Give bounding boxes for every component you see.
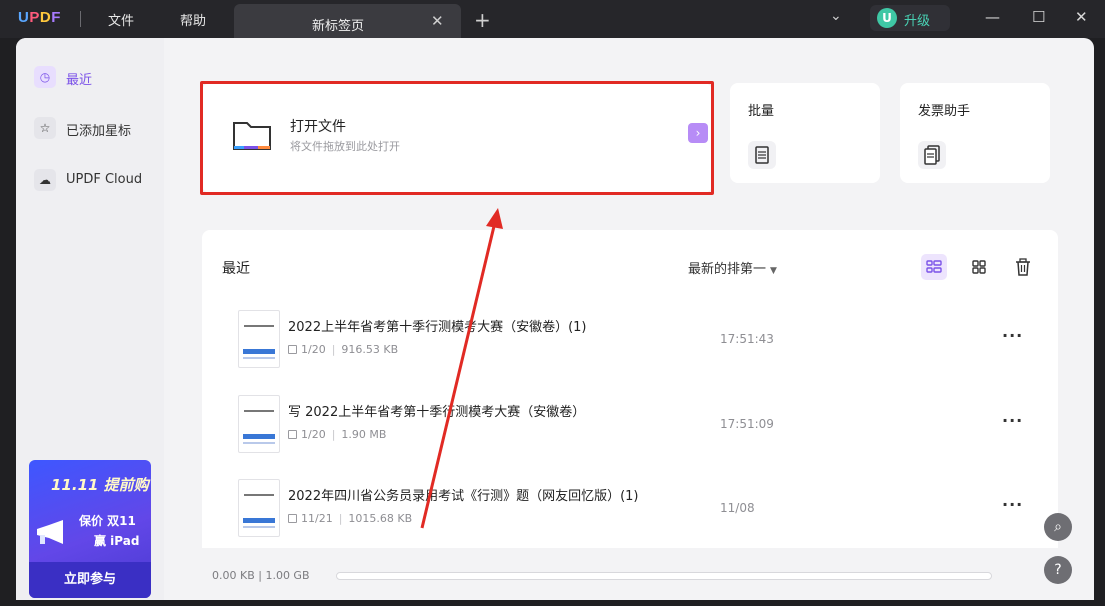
file-name: 写 2022上半年省考第十季行测模考大赛（安徽卷） [288,405,586,420]
new-tab-plus-icon[interactable]: + [474,8,491,32]
grid-view-button[interactable] [966,254,992,280]
file-row[interactable]: 2022年四川省公务员录用考试《行测》题（网友回忆版）(1) 11/21 | 101… [202,471,1058,555]
file-pages: 11/21 [301,512,333,525]
invoice-card[interactable]: 发票助手 [900,83,1050,183]
batch-title: 批量 [748,104,775,119]
menu-file[interactable]: 文件 [108,10,134,29]
sort-label: 最新的排第一 [688,262,767,277]
list-view-button[interactable] [921,254,947,280]
sidebar-item-label: UPDF Cloud [66,172,143,187]
file-time: 17:51:43 [720,332,774,346]
help-icon[interactable]: ? [1044,556,1072,584]
menu-help[interactable]: 帮助 [180,10,206,29]
file-name: 2022上半年省考第十季行测模考大赛（安徽卷）(1) [288,320,587,335]
caret-down-icon: ▼ [770,266,777,276]
storage-footer: 0.00 KB | 1.00 GB [202,562,1058,592]
more-options-icon[interactable]: ··· [1002,411,1023,430]
page-icon [288,430,297,439]
tab-close-icon[interactable]: ✕ [431,12,444,30]
search-icon[interactable]: ⌕ [1044,513,1072,541]
file-row[interactable]: 写 2022上半年省考第十季行测模考大赛（安徽卷） 1/20 | 1.90 MB 1… [202,387,1058,471]
minimize-icon[interactable]: — [985,8,1000,26]
titlebar-divider [80,11,81,27]
promo-banner[interactable]: 11.11 提前购 保价 双11 赢 iPad 立即参与 [29,460,151,598]
file-name: 2022年四川省公务员录用考试《行测》题（网友回忆版）(1) [288,489,639,504]
file-meta: 11/21 | 1015.68 KB [288,512,412,525]
file-meta: 1/20 | 1.90 MB [288,428,386,441]
user-avatar: U [877,8,897,28]
sidebar: ◷ 最近 ☆ 已添加星标 ☁ UPDF Cloud 11.11 提前购 保价 双… [16,38,164,600]
batch-card[interactable]: 批量 [730,83,880,183]
file-size: 1015.68 KB [348,512,413,525]
file-thumbnail [238,310,280,368]
file-time: 11/08 [720,501,755,515]
maximize-icon[interactable]: ☐ [1032,8,1045,26]
storage-progress-bar [336,572,992,580]
file-size: 916.53 KB [341,343,399,356]
highlight-box [200,81,714,195]
delete-button[interactable] [1010,254,1036,280]
invoice-title: 发票助手 [918,104,971,119]
promo-line2: 赢 iPad [94,534,140,548]
list-view-icon [926,260,942,273]
page-icon [288,514,297,523]
sidebar-item-label: 已添加星标 [66,124,132,139]
trash-icon [1016,258,1030,276]
upgrade-label: 升级 [904,14,931,29]
file-meta: 1/20 | 916.53 KB [288,343,398,356]
title-bar: UPDF 文件 帮助 新标签页 ✕ + ⌄ U 升级 — ☐ ✕ [0,0,1105,38]
promo-line1: 保价 双11 [79,514,136,528]
tab-new[interactable]: 新标签页 ✕ [234,4,461,38]
file-thumbnail [238,479,280,537]
app-window: ◷ 最近 ☆ 已添加星标 ☁ UPDF Cloud 11.11 提前购 保价 双… [16,38,1094,600]
promo-join-button[interactable]: 立即参与 [29,562,151,598]
page-icon [288,345,297,354]
grid-view-icon [972,260,986,274]
window-close-icon[interactable]: ✕ [1075,8,1088,26]
sidebar-item-cloud[interactable]: ☁ UPDF Cloud [30,165,155,195]
file-row[interactable]: 2022上半年省考第十季行测模考大赛（安徽卷）(1) 1/20 | 916.53 K… [202,302,1058,386]
invoice-icon [918,141,946,169]
recent-panel: 最近 最新的排第一 ▼ 2022上半年省考第十季行测模考大赛（安徽卷）(1) 1/… [202,230,1058,548]
storage-usage: 0.00 KB | 1.00 GB [212,569,310,582]
sort-dropdown[interactable]: 最新的排第一 ▼ [688,258,777,277]
recent-title: 最近 [222,261,250,277]
tab-label: 新标签页 [312,19,365,34]
promo-headline: 11.11 提前购 [51,476,149,494]
file-pages: 1/20 [301,343,326,356]
batch-icon [748,141,776,169]
file-time: 17:51:09 [720,417,774,431]
more-options-icon[interactable]: ··· [1002,326,1023,345]
cloud-icon: ☁ [34,169,56,191]
sidebar-item-starred[interactable]: ☆ 已添加星标 [30,113,155,143]
file-pages: 1/20 [301,428,326,441]
file-thumbnail [238,395,280,453]
sidebar-item-recent[interactable]: ◷ 最近 [30,62,155,92]
sidebar-item-label: 最近 [66,73,93,88]
upgrade-button[interactable]: U 升级 [870,5,950,31]
tabs-dropdown-icon[interactable]: ⌄ [830,8,842,24]
clock-icon: ◷ [34,66,56,88]
more-options-icon[interactable]: ··· [1002,495,1023,514]
updf-logo: UPDF [18,9,61,26]
star-icon: ☆ [34,117,56,139]
main-content: 打开文件 将文件拖放到此处打开 › 批量 发票助手 最近 最新的排第一 ▼ 20… [164,38,1094,600]
file-size: 1.90 MB [341,428,387,441]
megaphone-icon [37,520,63,544]
